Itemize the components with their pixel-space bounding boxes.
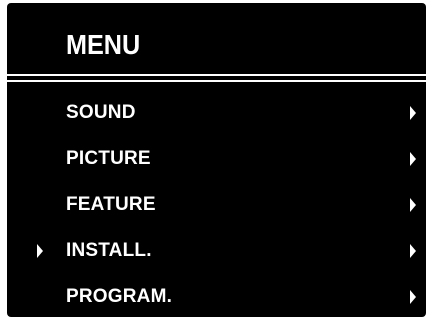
menu-item-sound[interactable]: SOUND — [7, 101, 426, 147]
menu-item-feature[interactable]: FEATURE — [7, 193, 426, 239]
chevron-right-icon — [410, 244, 416, 258]
selection-pointer-icon — [37, 244, 43, 258]
menu-item-label: PROGRAM. — [66, 286, 173, 307]
title-divider-bottom — [7, 80, 426, 82]
menu-item-label: SOUND — [66, 102, 136, 123]
menu-item-picture[interactable]: PICTURE — [7, 147, 426, 193]
menu-item-program[interactable]: PROGRAM. — [7, 285, 426, 317]
chevron-right-icon — [410, 106, 416, 120]
osd-menu-panel: MENU SOUND PICTURE FEATURE INSTALL. PROG… — [7, 3, 426, 317]
menu-item-label: PICTURE — [66, 148, 151, 169]
menu-item-install[interactable]: INSTALL. — [7, 239, 426, 285]
menu-item-label: INSTALL. — [66, 240, 152, 261]
chevron-right-icon — [410, 152, 416, 166]
menu-list: SOUND PICTURE FEATURE INSTALL. PROGRAM. — [7, 101, 426, 317]
menu-title: MENU — [66, 29, 141, 60]
title-divider-top — [7, 74, 426, 76]
menu-item-label: FEATURE — [66, 194, 156, 215]
chevron-right-icon — [410, 290, 416, 304]
chevron-right-icon — [410, 198, 416, 212]
